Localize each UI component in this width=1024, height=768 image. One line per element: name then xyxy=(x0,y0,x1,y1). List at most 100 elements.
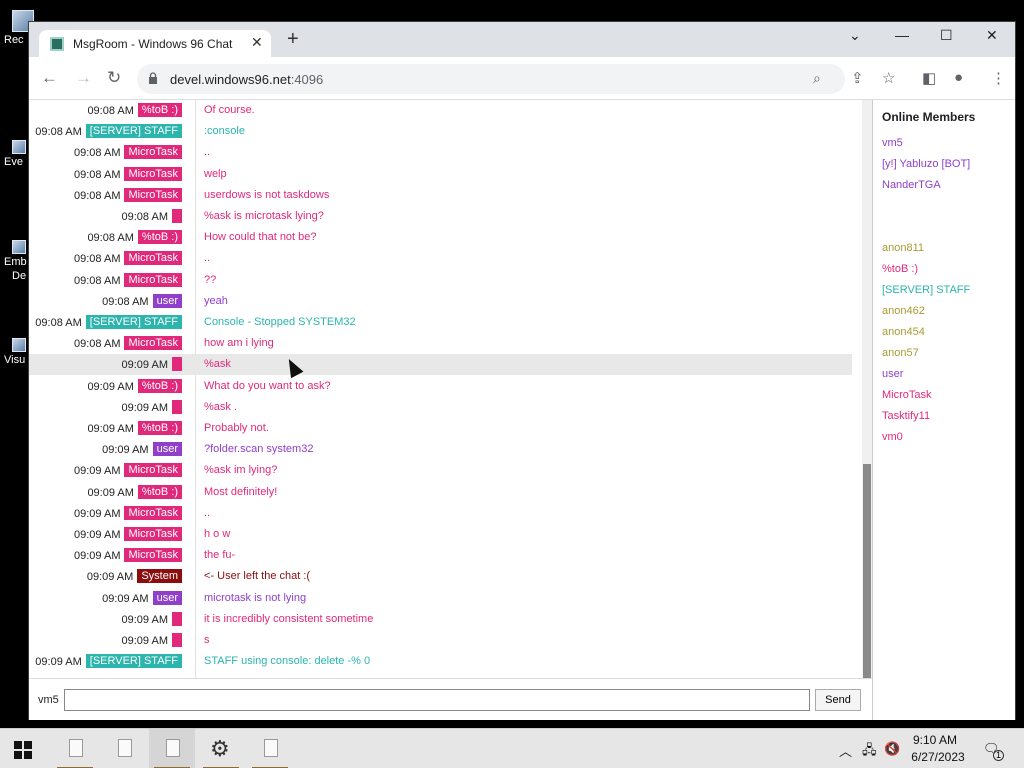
chevron-up-icon[interactable]: ︿ xyxy=(839,741,852,760)
taskbar-app-5[interactable] xyxy=(247,729,293,768)
taskbar-app-1[interactable] xyxy=(52,729,98,768)
message-time: 09:08 AM xyxy=(102,295,149,308)
member-item[interactable]: NanderTGA xyxy=(882,179,941,191)
forward-icon[interactable]: → xyxy=(75,69,92,86)
message-meta: 09:09 AM System xyxy=(87,569,182,584)
message-nick-badge[interactable]: [SERVER] STAFF xyxy=(85,124,182,139)
message-nick-badge[interactable]: MicroTask xyxy=(124,187,182,202)
chat-log: 09:08 AM %toB :) Of course. 09:08 AM [SERVER… xyxy=(29,100,872,678)
share-icon[interactable]: ⇪ xyxy=(851,69,864,87)
tab-msgroom[interactable]: MsgRoom - Windows 96 Chat ✕ xyxy=(39,30,271,58)
message-text: welp xyxy=(204,167,227,180)
member-item[interactable]: anon462 xyxy=(882,305,925,317)
taskbar-app-3[interactable] xyxy=(149,729,195,768)
message-nick-badge[interactable]: MicroTask xyxy=(124,336,182,351)
message-nick-badge[interactable] xyxy=(172,357,182,372)
message-time: 09:09 AM xyxy=(74,465,121,478)
message-nick-badge[interactable]: user xyxy=(152,590,182,605)
new-tab-button[interactable]: + xyxy=(287,29,299,49)
chat-message-row: 09:09 AM MicroTask %ask im lying? xyxy=(29,460,852,481)
taskbar-date[interactable]: 6/27/2023 xyxy=(905,750,971,764)
message-nick-badge[interactable]: %toB :) xyxy=(137,484,182,499)
message-text: Most definitely! xyxy=(204,485,278,498)
message-nick-badge[interactable]: %toB :) xyxy=(137,230,182,245)
chat-message-row: 09:09 AM s xyxy=(29,630,852,651)
message-nick-badge[interactable]: %toB :) xyxy=(137,103,182,117)
message-nick-badge[interactable]: MicroTask xyxy=(124,463,182,478)
message-meta: 09:09 AM xyxy=(122,633,182,647)
message-nick-badge[interactable]: System xyxy=(137,569,182,584)
message-time: 09:08 AM xyxy=(74,253,121,266)
tab-search-icon[interactable]: ⌄ xyxy=(849,27,861,44)
desktop-icon-label: Eve xyxy=(4,156,23,168)
message-nick-badge[interactable] xyxy=(172,633,182,647)
message-nick-badge[interactable]: [SERVER] STAFF xyxy=(85,654,182,669)
send-button[interactable]: Send xyxy=(815,689,861,711)
member-item[interactable]: vm0 xyxy=(882,431,903,443)
member-item[interactable]: [y!] Yabluzo [BOT] xyxy=(882,158,970,170)
member-item[interactable]: anon811 xyxy=(882,242,924,254)
message-text: :console xyxy=(204,125,245,138)
network-icon[interactable]: 🖧 xyxy=(862,741,877,763)
minimize-icon[interactable]: — xyxy=(895,27,909,43)
message-nick-badge[interactable]: MicroTask xyxy=(124,166,182,181)
message-text: %ask is microtask lying? xyxy=(204,210,324,222)
member-item[interactable]: anon454 xyxy=(882,326,925,338)
volume-muted-icon[interactable]: 🔇 xyxy=(884,741,900,757)
member-item[interactable]: vm5 xyxy=(882,137,903,149)
scrollbar-thumb[interactable] xyxy=(863,464,871,678)
message-nick-badge[interactable]: %toB :) xyxy=(137,378,182,393)
message-nick-badge[interactable]: MicroTask xyxy=(124,272,182,287)
message-meta: 09:09 AM xyxy=(122,357,182,372)
url-omnibox[interactable]: devel.windows96.net:4096 ⌕ xyxy=(137,64,845,94)
profile-icon[interactable]: ● xyxy=(954,69,963,86)
member-item[interactable]: Tasktify11 xyxy=(882,410,930,422)
message-nick-badge[interactable] xyxy=(172,611,182,626)
side-panel-icon[interactable]: ◧ xyxy=(922,69,936,87)
message-time: 09:09 AM xyxy=(35,656,82,669)
close-window-icon[interactable]: ✕ xyxy=(986,27,998,44)
chat-message-row: 09:09 AM System <- User left the chat :( xyxy=(29,566,852,587)
url-text: devel.windows96.net:4096 xyxy=(170,72,324,87)
message-nick-badge[interactable]: [SERVER] STAFF xyxy=(85,315,182,329)
taskbar-settings[interactable]: ⚙ xyxy=(198,729,244,768)
message-nick-badge[interactable]: MicroTask xyxy=(124,548,182,563)
message-input[interactable] xyxy=(64,689,810,711)
chat-scrollbar[interactable] xyxy=(862,100,872,678)
desktop-icon-event[interactable]: Eve xyxy=(0,140,30,168)
message-nick-badge[interactable]: user xyxy=(152,442,182,457)
start-button[interactable] xyxy=(14,741,32,759)
message-nick-badge[interactable]: MicroTask xyxy=(124,527,182,541)
bookmark-star-icon[interactable]: ☆ xyxy=(882,69,895,87)
message-text: STAFF using console: delete -% 0 xyxy=(204,655,371,668)
member-item[interactable]: [SERVER] STAFF xyxy=(882,284,970,296)
member-item[interactable]: anon57 xyxy=(882,347,919,359)
zoom-search-icon[interactable]: ⌕ xyxy=(813,70,821,87)
taskbar-app-2[interactable] xyxy=(101,729,147,768)
maximize-icon[interactable]: ☐ xyxy=(940,27,953,44)
desktop-icon-recycle-bin[interactable]: Rec xyxy=(0,10,34,46)
menu-kebab-icon[interactable]: ⋮ xyxy=(991,69,1006,87)
back-icon[interactable]: ← xyxy=(41,69,58,86)
member-item[interactable]: user xyxy=(882,368,903,380)
member-item[interactable]: %toB :) xyxy=(882,263,918,275)
shortcut-icon xyxy=(12,240,26,254)
message-nick-badge[interactable]: MicroTask xyxy=(124,505,182,520)
message-nick-badge[interactable] xyxy=(172,399,182,414)
message-meta: 09:08 AM xyxy=(122,209,182,223)
reload-icon[interactable]: ↻ xyxy=(107,69,121,86)
taskbar-time[interactable]: 9:10 AM xyxy=(905,733,965,747)
desktop-icon-embedded[interactable]: Emb De xyxy=(0,240,30,282)
message-nick-badge[interactable]: MicroTask xyxy=(124,145,182,160)
message-time: 09:09 AM xyxy=(74,529,121,541)
member-item[interactable]: MicroTask xyxy=(882,389,932,401)
desktop-icon-visual[interactable]: Visu xyxy=(0,338,30,366)
message-nick-badge[interactable]: %toB :) xyxy=(137,421,182,435)
message-nick-badge[interactable] xyxy=(172,209,182,223)
message-time: 09:08 AM xyxy=(74,274,121,287)
document-icon xyxy=(264,739,278,757)
close-tab-icon[interactable]: ✕ xyxy=(251,34,263,51)
message-nick-badge[interactable]: MicroTask xyxy=(124,251,182,266)
message-nick-badge[interactable]: user xyxy=(152,293,182,308)
message-time: 09:08 AM xyxy=(121,211,168,223)
